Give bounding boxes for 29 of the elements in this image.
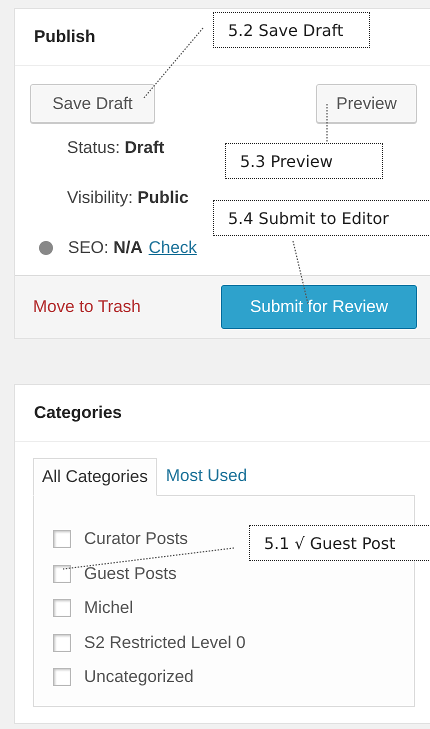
category-tab[interactable]: Most Used [156,457,256,495]
panel-title: Publish [34,27,96,47]
checkbox[interactable] [53,530,71,548]
category-label: S2 Restricted Level 0 [84,632,246,653]
callout-label: 5.3 Preview [225,143,383,179]
leader-line [326,104,328,143]
move-to-trash-link[interactable]: Move to Trash [33,297,141,317]
seo-text: SEO: N/A [68,238,143,258]
category-tab[interactable]: All Categories [33,458,157,496]
preview-button[interactable]: Preview [316,84,417,123]
checkbox[interactable] [53,668,71,686]
callout-label: 5.1 √ Guest Post [249,525,430,561]
callout-label: 5.2 Save Draft [213,12,370,48]
status-text: Status: Draft [67,138,164,158]
checkbox[interactable] [53,564,71,583]
callout-label: 5.4 Submit to Editor [213,200,430,236]
checkbox[interactable] [53,634,71,652]
category-label: Michel [84,598,134,618]
save-draft-button[interactable]: Save Draft [30,84,155,123]
panel-title: Categories [34,403,122,423]
leader-line [142,28,204,100]
visibility-text: Visibility: Public [67,188,189,208]
category-label: Curator Posts [84,529,188,550]
checkbox[interactable] [53,599,71,618]
seo-status-icon [39,241,53,255]
category-label: Guest Posts [84,564,177,584]
category-label: Uncategorized [84,667,194,688]
submit-for-review-button[interactable]: Submit for Review [221,285,417,329]
check-link[interactable]: Check [148,238,197,258]
